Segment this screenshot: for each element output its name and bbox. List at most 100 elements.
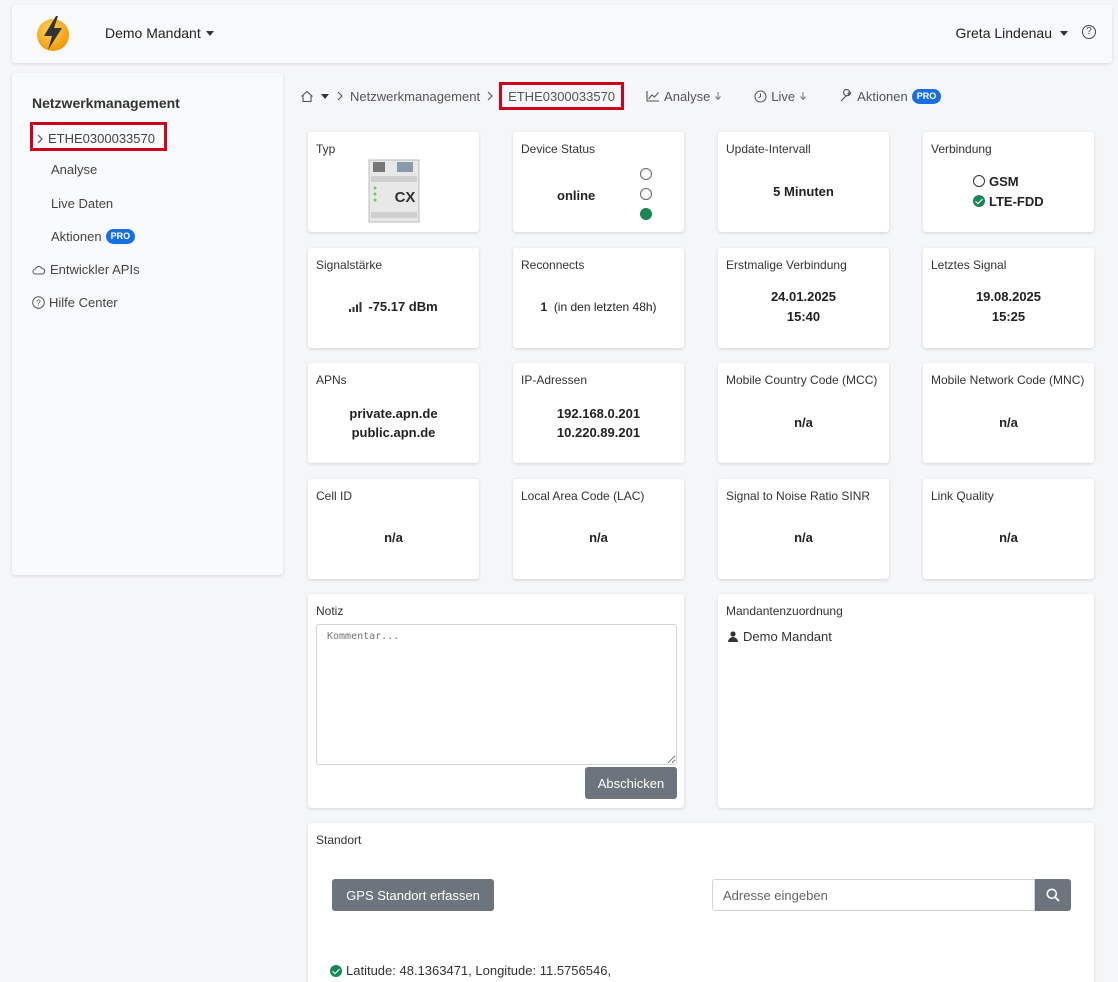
chevron-right-icon [37,134,43,143]
connection-option-gsm: GSM [973,174,1019,189]
update-interval-value: 5 Minuten [773,184,834,199]
nav-analyse-link[interactable]: Analyse [646,89,722,104]
signal-value: -75.17 dBm [368,299,438,314]
card-label: Letztes Signal [931,258,1007,272]
ip-value: 192.168.0.201 [556,406,641,421]
card-notiz: Notiz Abschicken [308,594,684,808]
signal-bars-icon [349,301,362,312]
reconnects-row: 1 (in den letzten 48h) [513,300,684,314]
clock-icon [754,90,767,102]
tenant-label: Demo Mandant [105,25,201,41]
card-label: Update-Intervall [726,142,811,156]
breadcrumb-current-device[interactable]: ETHE0300033570 [499,82,625,110]
search-icon [1046,888,1060,902]
reconnects-count: 1 [540,300,548,314]
card-mnc: Mobile Network Code (MNC) n/a [923,363,1094,463]
arrow-down-icon [800,92,807,101]
svg-text:?: ? [36,299,41,308]
sidebar-item-entwickler-apis[interactable]: Entwickler APIs [32,262,140,277]
nav-aktionen-link[interactable]: Aktionen PRO [839,88,942,104]
user-dropdown[interactable]: Greta Lindenau [955,25,1068,41]
card-cell-id: Cell ID n/a [308,479,479,579]
submit-comment-button[interactable]: Abschicken [585,767,677,799]
sidebar-item-device[interactable]: ETHE0300033570 [30,122,167,151]
card-apns: APNs private.apn.de public.apn.de [308,363,479,463]
link-quality-value: n/a [999,530,1018,545]
mnc-value: n/a [999,415,1018,430]
nav-aktionen-label: Aktionen [857,88,908,104]
check-circle-icon [973,195,985,207]
help-icon[interactable]: ? [1082,25,1096,39]
card-label: Reconnects [521,258,585,272]
sidebar-item-live-daten[interactable]: Live Daten [51,196,113,211]
connection-option-label: GSM [989,174,1019,189]
card-label: IP-Adressen [521,373,588,387]
home-icon[interactable] [300,90,314,103]
card-label: Verbindung [931,142,992,156]
card-lac: Local Area Code (LAC) n/a [513,479,684,579]
sidebar: Netzwerkmanagement ETHE0300033570 Analys… [12,73,283,575]
radio-empty-icon [973,175,985,187]
address-search-button[interactable] [1035,879,1071,911]
mandant-name: Demo Mandant [743,629,832,644]
status-dot-off [640,168,652,180]
address-search-input[interactable] [712,879,1035,911]
sidebar-item-label: Live Daten [51,196,114,211]
first-connection-date: 24.01.2025 [770,289,837,304]
card-label: Mandantenzuordnung [726,604,843,618]
mcc-value: n/a [794,415,813,430]
card-label: Local Area Code (LAC) [521,489,645,503]
apn-value: private.apn.de [349,406,438,421]
mandant-assignment: Demo Mandant [728,629,832,644]
reconnects-note: (in den letzten 48h) [553,300,657,314]
pro-badge: PRO [911,88,942,104]
status-dot-off [640,188,652,200]
lac-value: n/a [589,530,608,545]
card-verbindung: Verbindung GSM LTE-FDD [923,132,1094,232]
comment-textarea[interactable] [316,624,677,765]
nav-analyse-label: Analyse [664,88,711,104]
help-circle-icon: ? [32,296,45,309]
card-label: Typ [316,142,336,156]
pro-badge: PRO [105,229,136,244]
card-label: APNs [316,373,347,387]
card-reconnects: Reconnects 1 (in den letzten 48h) [513,248,684,348]
sidebar-item-label: Aktionen [51,229,102,244]
cloud-icon [32,265,46,274]
gps-capture-button[interactable]: GPS Standort erfassen [332,879,494,911]
device-image: CX [368,159,420,223]
card-first-connection: Erstmalige Verbindung 24.01.2025 15:40 [718,248,889,348]
caret-down-icon[interactable] [321,93,329,99]
lightning-logo-icon[interactable] [34,14,72,52]
top-navbar: Demo Mandant Greta Lindenau ? [12,5,1112,63]
ip-value: 10.220.89.201 [556,425,641,440]
sidebar-item-aktionen[interactable]: Aktionen PRO [51,229,136,244]
user-name: Greta Lindenau [955,25,1052,41]
arrow-down-icon [715,92,722,101]
card-label: Erstmalige Verbindung [726,258,847,272]
nav-live-label: Live [771,88,796,104]
card-mandantenzuordnung: Mandantenzuordnung Demo Mandant [718,594,1094,808]
caret-down-icon [1060,30,1068,36]
card-label: Mobile Network Code (MNC) [931,373,1085,387]
nav-live-link[interactable]: Live [754,89,807,104]
sidebar-item-analyse[interactable]: Analyse [51,162,97,177]
tenant-dropdown[interactable]: Demo Mandant [105,25,214,41]
card-last-signal: Letztes Signal 19.08.2025 15:25 [923,248,1094,348]
sidebar-item-hilfe-center[interactable]: ? Hilfe Center [32,295,118,310]
check-circle-icon [330,964,342,977]
card-update-interval: Update-Intervall 5 Minuten [718,132,889,232]
status-dot-online [640,208,652,220]
cell-id-value: n/a [384,530,403,545]
sidebar-item-label: Hilfe Center [49,295,118,310]
card-signal: Signalstärke -75.17 dBm [308,248,479,348]
signal-value-row: -75.17 dBm [308,299,479,314]
breadcrumb-netzwerkmanagement[interactable]: Netzwerkmanagement [350,89,480,104]
device-status-value: online [557,188,596,203]
sidebar-title: Netzwerkmanagement [32,95,180,111]
card-link-quality: Link Quality n/a [923,479,1094,579]
first-connection-time: 15:40 [786,309,821,324]
connection-option-label: LTE-FDD [989,194,1044,209]
card-label: Mobile Country Code (MCC) [726,373,878,387]
chevron-right-icon [337,91,343,101]
